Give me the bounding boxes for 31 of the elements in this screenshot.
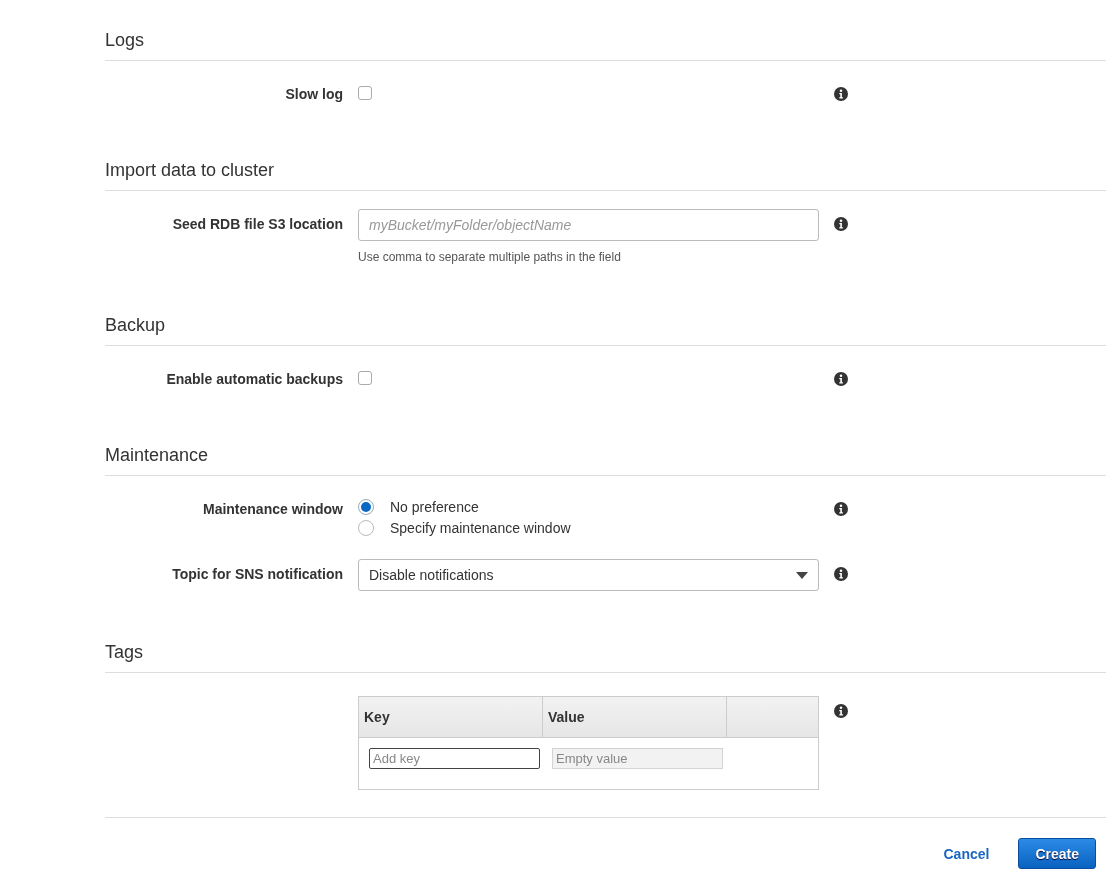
tag-key-field[interactable]: Add key [369, 748, 540, 769]
field-label: Slow log [284, 85, 343, 104]
column-header: Value [543, 697, 727, 737]
section-heading: Tags [105, 641, 1106, 673]
cancel-link[interactable]: Cancel [943, 845, 990, 862]
radio-button[interactable] [358, 520, 374, 536]
info-icon[interactable] [834, 87, 848, 101]
column-header: Key [359, 697, 543, 737]
checkbox[interactable] [358, 371, 372, 385]
radio-button[interactable] [358, 499, 374, 515]
radio-label[interactable]: Specify maintenance window [390, 519, 571, 537]
field-label: Seed RDB file S3 location [171, 215, 343, 234]
info-icon[interactable] [834, 217, 848, 231]
s3-location-field[interactable]: myBucket/myFolder/objectName [358, 209, 819, 241]
field-hint: Use comma to separate multiple paths in the field [358, 250, 622, 264]
section-heading: Import data to cluster [105, 159, 1106, 191]
caret-icon [796, 571, 808, 579]
notification-dropdown[interactable]: Disable notifications [358, 559, 819, 591]
create-button[interactable]: Create [1018, 838, 1096, 869]
section-heading: Maintenance [105, 444, 1106, 476]
radio-label[interactable]: No preference [390, 498, 479, 516]
info-icon[interactable] [834, 567, 848, 581]
section-heading: Backup [105, 314, 1106, 346]
info-icon[interactable] [834, 704, 848, 718]
info-icon[interactable] [834, 372, 848, 386]
info-icon[interactable] [834, 502, 848, 516]
field-label: Enable automatic backups [165, 370, 343, 389]
field-label: Maintenance window [202, 500, 343, 519]
field-label: Topic for SNS notification [171, 565, 343, 584]
section-heading: Logs [105, 29, 1106, 61]
checkbox[interactable] [358, 86, 372, 100]
